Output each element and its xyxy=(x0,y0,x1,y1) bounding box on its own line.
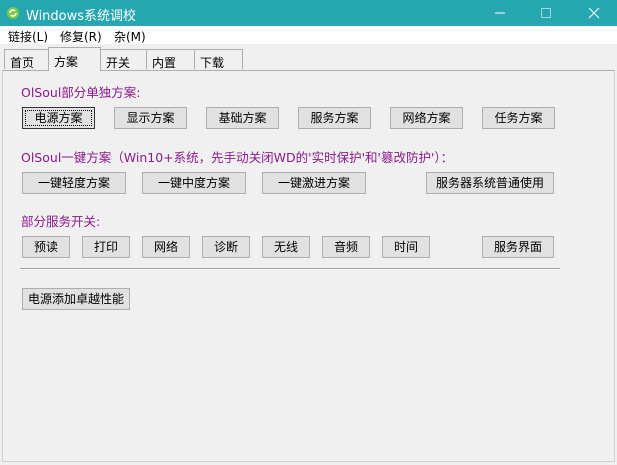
display-scheme-button[interactable]: 显示方案 xyxy=(114,107,187,129)
divider xyxy=(20,268,560,270)
oneclick-light-button[interactable]: 一键轻度方案 xyxy=(22,172,126,194)
minimize-icon xyxy=(495,12,505,14)
oneclick-medium-button[interactable]: 一键中度方案 xyxy=(142,172,246,194)
tab-strip: 首页 方案 开关 内置 下载 xyxy=(0,47,617,71)
tab-schemes[interactable]: 方案 xyxy=(48,47,101,71)
tab-builtin[interactable]: 内置 xyxy=(146,49,195,70)
menu-repair[interactable]: 修复(R) xyxy=(60,28,102,45)
network-toggle-button[interactable]: 网络 xyxy=(142,236,190,258)
minimize-button[interactable] xyxy=(477,0,523,26)
menu-links[interactable]: 链接(L) xyxy=(8,28,48,45)
services-ui-button[interactable]: 服务界面 xyxy=(482,236,554,258)
close-icon xyxy=(588,7,600,19)
menu-misc[interactable]: 杂(M) xyxy=(114,28,146,45)
add-ultimate-performance-button[interactable]: 电源添加卓越性能 xyxy=(22,288,130,310)
power-scheme-button[interactable]: 电源方案 xyxy=(22,107,95,129)
section-services-heading: 部分服务开关: xyxy=(21,214,101,229)
print-toggle-button[interactable]: 打印 xyxy=(82,236,130,258)
maximize-button[interactable] xyxy=(523,0,569,26)
network-scheme-button[interactable]: 网络方案 xyxy=(390,107,463,129)
service-scheme-button[interactable]: 服务方案 xyxy=(298,107,371,129)
tab-switches[interactable]: 开关 xyxy=(100,49,147,70)
time-toggle-button[interactable]: 时间 xyxy=(382,236,430,258)
basic-scheme-button[interactable]: 基础方案 xyxy=(206,107,279,129)
prefetch-toggle-button[interactable]: 预读 xyxy=(22,236,70,258)
menu-bar: 链接(L) 修复(R) 杂(M) xyxy=(0,26,617,44)
task-scheme-button[interactable]: 任务方案 xyxy=(482,107,555,129)
diagnostics-toggle-button[interactable]: 诊断 xyxy=(202,236,250,258)
tab-download[interactable]: 下载 xyxy=(194,49,243,70)
oneclick-aggressive-button[interactable]: 一键激进方案 xyxy=(262,172,366,194)
section-oneclick-heading: OlSoul一键方案（Win10+系统，先手动关闭WD的'实时保护'和'篡改防护… xyxy=(21,150,454,165)
title-bar[interactable]: Windows系统调校 xyxy=(0,0,617,26)
window-title: Windows系统调校 xyxy=(26,9,137,24)
section-single-heading: OlSoul部分单独方案: xyxy=(21,85,141,100)
app-refresh-icon xyxy=(7,7,19,19)
close-button[interactable] xyxy=(571,0,617,26)
audio-toggle-button[interactable]: 音频 xyxy=(322,236,370,258)
wireless-toggle-button[interactable]: 无线 xyxy=(262,236,310,258)
tab-home[interactable]: 首页 xyxy=(4,49,49,70)
maximize-icon xyxy=(541,8,551,18)
server-normal-use-button[interactable]: 服务器系统普通使用 xyxy=(426,172,554,194)
